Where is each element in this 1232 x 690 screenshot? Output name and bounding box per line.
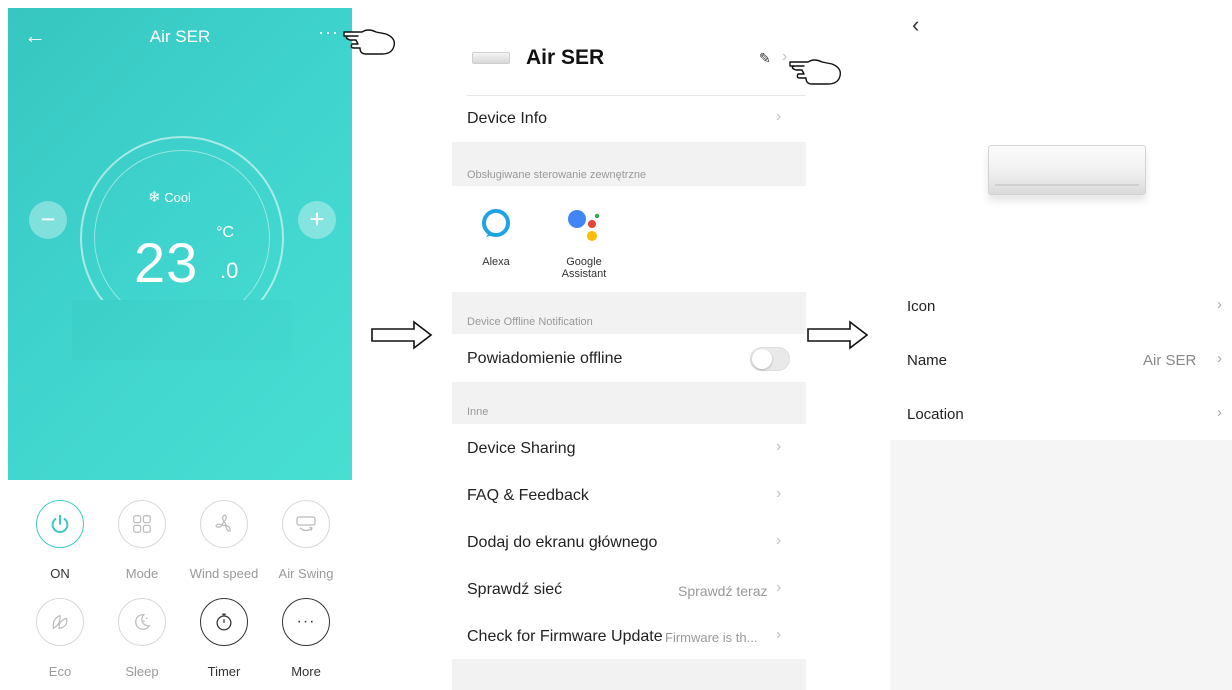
mode-label: Mode [125,566,159,581]
device-sharing-row[interactable]: Device Sharing › [452,424,806,471]
device-info-row[interactable]: Device Info › [452,96,806,142]
chevron-right-icon: › [1217,404,1222,421]
section-header: Device Offline Notification [467,316,593,328]
flow-arrow-icon [371,320,433,350]
decrease-temperature-button[interactable]: − [29,201,67,239]
power-button[interactable] [36,500,84,548]
check-network-row[interactable]: Sprawdź sieć Sprawdź teraz › [452,565,806,612]
air-swing-button[interactable] [282,500,330,548]
eco-button[interactable] [36,598,84,646]
other-section: Inne [452,382,806,424]
more-label: More [291,664,321,679]
more-options-button[interactable]: ··· [318,22,339,43]
current-mode-label: ❄ Cool [148,188,191,206]
row-label: Check for Firmware Update [467,628,663,645]
row-label: Location [907,406,964,423]
firmware-update-row[interactable]: Check for Firmware Update Firmware is th… [452,612,806,659]
device-header[interactable]: Air SER ✎ › [452,8,806,95]
chevron-right-icon: › [1217,350,1222,367]
chevron-right-icon: › [782,48,788,65]
section-header: Inne [467,406,489,418]
temperature-decimal: .0 [220,258,239,283]
alexa-icon[interactable] [481,208,511,238]
device-title: Air SER [149,27,211,46]
increase-temperature-button[interactable]: + [298,201,336,239]
faq-feedback-row[interactable]: FAQ & Feedback › [452,471,806,518]
row-label: Device Sharing [467,440,576,457]
row-label: Dodaj do ekranu głównego [467,534,658,551]
offline-notification-label: Powiadomienie offline [467,350,623,367]
row-label: Icon [907,298,936,315]
temperature-value: 23 [134,231,199,294]
flow-arrow-icon [807,320,869,350]
more-dots-icon: ··· [296,613,316,630]
power-icon [51,514,69,533]
name-row[interactable]: Name Air SER › [890,340,1232,384]
sleep-label: Sleep [125,664,159,679]
mode-grid-icon [133,515,151,533]
chevron-right-icon: › [776,532,782,549]
pointing-hand-icon [343,29,396,55]
google-assistant-label: Google Assistant [561,256,607,280]
row-label: Name [907,352,948,369]
chevron-right-icon: › [776,485,782,502]
empty-area [890,440,1232,690]
section-header: Obsługiwane sterowanie zewnętrzne [467,169,647,181]
pointing-hand-icon [789,59,842,85]
power-label: ON [50,566,70,581]
toggle-knob [752,349,772,369]
air-swing-label: Air Swing [278,566,334,581]
google-assistant-icon[interactable] [564,204,604,244]
device-edit-screen: ‹ Icon › Name Air SER › Location › [890,0,1232,690]
swing-icon [296,516,316,532]
device-info-label: Device Info [467,110,548,127]
mode-button[interactable] [118,500,166,548]
bottom-spacer [452,659,806,690]
services-row: Alexa Google Assistant [452,186,806,292]
timer-icon [216,613,232,631]
more-button[interactable]: ··· [282,598,330,646]
chevron-right-icon: › [776,108,782,125]
air-conditioner-image [988,145,1146,195]
offline-notification-toggle[interactable] [750,347,790,371]
dial-gap [72,300,292,360]
row-value: Sprawdź teraz [678,583,768,599]
vent-line [995,184,1139,186]
device-settings-screen: Air SER ✎ › Device Info › Obsługiwane st… [452,8,842,690]
eco-label: Eco [48,664,72,679]
timer-label: Timer [207,664,241,679]
chevron-right-icon: › [776,579,782,596]
wind-speed-label: Wind speed [189,566,259,581]
ac-control-screen: ← Air SER ··· ❄ Cool 23 .0 °C − + ON Mod… [8,8,396,690]
temperature-unit: °C [216,224,234,241]
chevron-right-icon: › [776,438,782,455]
row-value: Firmware is th... [665,630,758,645]
chevron-right-icon: › [1217,296,1222,313]
location-row[interactable]: Location › [890,394,1232,438]
timer-button[interactable] [200,598,248,646]
external-control-section: Obsługiwane sterowanie zewnętrzne [452,142,806,186]
fan-icon [215,514,231,532]
mode-text: Cool [164,190,191,205]
control-panel: ← Air SER ··· ❄ Cool 23 .0 °C − + [8,8,352,480]
edit-pencil-icon[interactable]: ✎ [759,50,771,67]
sleep-moon-icon [135,614,151,630]
air-conditioner-thumbnail [472,52,510,64]
wind-speed-button[interactable] [200,500,248,548]
row-label: Sprawdź sieć [467,581,563,598]
back-chevron-icon[interactable]: ‹ [912,12,919,38]
add-to-home-row[interactable]: Dodaj do ekranu głównego › [452,518,806,565]
sleep-button[interactable] [118,598,166,646]
snowflake-icon: ❄ [148,189,161,206]
row-value: Air SER [1143,352,1197,369]
icon-row[interactable]: Icon › [890,286,1232,330]
chevron-right-icon: › [776,626,782,643]
offline-notification-section: Device Offline Notification [452,292,806,334]
leaf-icon [52,614,68,630]
alexa-label: Alexa [482,256,510,268]
device-name-title: Air SER [526,46,605,69]
row-label: FAQ & Feedback [467,487,589,504]
